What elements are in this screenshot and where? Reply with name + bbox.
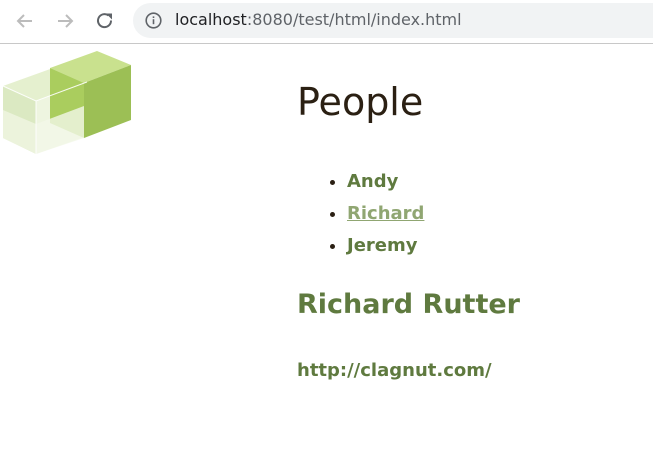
person-name-heading: Richard Rutter xyxy=(297,289,520,320)
page-title: People xyxy=(297,80,424,124)
url-host: localhost xyxy=(175,10,247,29)
url-path: :8080/test/html/index.html xyxy=(246,10,462,29)
list-item-jeremy[interactable]: Jeremy xyxy=(347,230,424,262)
browser-toolbar: localhost:8080/test/html/index.html xyxy=(0,0,653,44)
reload-icon xyxy=(97,13,113,29)
arrow-right-icon xyxy=(58,14,74,28)
person-url: http://clagnut.com/ xyxy=(297,360,492,381)
forward-button[interactable] xyxy=(52,8,78,34)
url-text[interactable]: localhost:8080/test/html/index.html xyxy=(175,10,462,30)
info-icon[interactable] xyxy=(145,12,162,29)
green-cubes-logo xyxy=(2,51,131,154)
richard-link[interactable]: Richard xyxy=(347,203,424,224)
arrow-left-icon xyxy=(16,14,32,28)
reload-button[interactable] xyxy=(92,8,118,34)
list-item-andy[interactable]: Andy xyxy=(347,166,424,198)
back-button[interactable] xyxy=(12,8,38,34)
address-bar[interactable]: localhost:8080/test/html/index.html xyxy=(133,3,653,38)
people-list: Andy Richard Jeremy xyxy=(297,166,424,262)
list-item-richard[interactable]: Richard xyxy=(347,198,424,230)
